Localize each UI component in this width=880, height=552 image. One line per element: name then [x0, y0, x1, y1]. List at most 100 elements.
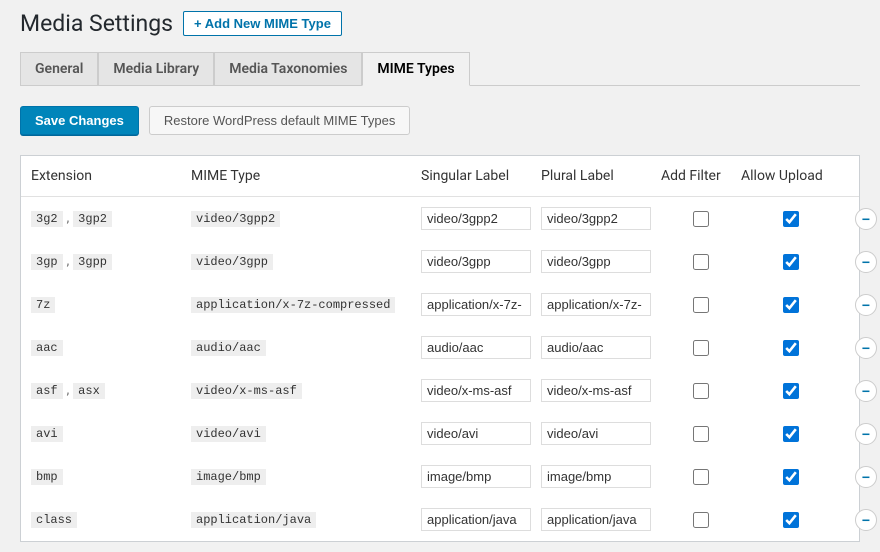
table-row: aacaudio/aac− — [21, 326, 859, 369]
singular-label-input[interactable] — [421, 293, 531, 316]
extension-cell: 3gp,3gpp — [31, 254, 191, 270]
extension-cell: asf,asx — [31, 383, 191, 399]
remove-row-button[interactable]: − — [855, 208, 877, 230]
mime-tag: video/avi — [191, 426, 266, 442]
table-row: avivideo/avi− — [21, 412, 859, 455]
singular-label-input[interactable] — [421, 336, 531, 359]
add-filter-checkbox[interactable] — [693, 426, 709, 442]
plural-label-input[interactable] — [541, 207, 651, 230]
mime-cell: audio/aac — [191, 340, 421, 356]
tab-general[interactable]: General — [20, 52, 98, 85]
table-row: asf,asxvideo/x-ms-asf− — [21, 369, 859, 412]
extension-tag: bmp — [31, 469, 63, 485]
tab-nav: GeneralMedia LibraryMedia TaxonomiesMIME… — [20, 52, 860, 86]
table-row: 3gp,3gppvideo/3gpp− — [21, 240, 859, 283]
table-row: 7zapplication/x-7z-compressed− — [21, 283, 859, 326]
tab-mime-types[interactable]: MIME Types — [362, 52, 469, 86]
extension-tag: aac — [31, 340, 63, 356]
col-mime: MIME Type — [191, 168, 421, 184]
extension-cell: aac — [31, 340, 191, 356]
restore-defaults-button[interactable]: Restore WordPress default MIME Types — [149, 106, 410, 135]
remove-row-button[interactable]: − — [855, 380, 877, 402]
mime-cell: image/bmp — [191, 469, 421, 485]
singular-label-input[interactable] — [421, 207, 531, 230]
allow-upload-checkbox[interactable] — [783, 254, 799, 270]
mime-tag: video/x-ms-asf — [191, 383, 302, 399]
allow-upload-checkbox[interactable] — [783, 512, 799, 528]
extension-cell: 7z — [31, 297, 191, 313]
allow-upload-checkbox[interactable] — [783, 340, 799, 356]
mime-cell: video/3gpp2 — [191, 211, 421, 227]
singular-label-input[interactable] — [421, 422, 531, 445]
singular-label-input[interactable] — [421, 250, 531, 273]
extension-cell: bmp — [31, 469, 191, 485]
table-header-row: Extension MIME Type Singular Label Plura… — [21, 156, 859, 197]
plural-label-input[interactable] — [541, 293, 651, 316]
col-plural: Plural Label — [541, 168, 661, 184]
mime-cell: video/x-ms-asf — [191, 383, 421, 399]
extension-tag: class — [31, 512, 77, 528]
add-filter-checkbox[interactable] — [693, 211, 709, 227]
allow-upload-checkbox[interactable] — [783, 383, 799, 399]
add-filter-checkbox[interactable] — [693, 254, 709, 270]
col-upload: Allow Upload — [741, 168, 841, 184]
plural-label-input[interactable] — [541, 422, 651, 445]
tab-media-library[interactable]: Media Library — [98, 52, 214, 85]
plural-label-input[interactable] — [541, 379, 651, 402]
remove-row-button[interactable]: − — [855, 337, 877, 359]
singular-label-input[interactable] — [421, 465, 531, 488]
extension-tag: 7z — [31, 297, 55, 313]
extension-cell: avi — [31, 426, 191, 442]
extension-tag: 3gp2 — [73, 211, 112, 227]
mime-cell: application/java — [191, 512, 421, 528]
mime-tag: application/java — [191, 512, 316, 528]
table-row: bmpimage/bmp− — [21, 455, 859, 498]
table-row: 3g2,3gp2video/3gpp2− — [21, 197, 859, 240]
allow-upload-checkbox[interactable] — [783, 426, 799, 442]
extension-tag: 3gp — [31, 254, 63, 270]
plural-label-input[interactable] — [541, 250, 651, 273]
extension-tag: 3g2 — [31, 211, 63, 227]
table-row: classapplication/java− — [21, 498, 859, 541]
mime-cell: application/x-7z-compressed — [191, 297, 421, 313]
extension-tag: avi — [31, 426, 63, 442]
extension-tag: asf — [31, 383, 63, 399]
remove-row-button[interactable]: − — [855, 423, 877, 445]
extension-tag: asx — [73, 383, 105, 399]
add-filter-checkbox[interactable] — [693, 512, 709, 528]
tab-media-taxonomies[interactable]: Media Taxonomies — [214, 52, 362, 85]
mime-tag: audio/aac — [191, 340, 266, 356]
plural-label-input[interactable] — [541, 465, 651, 488]
add-mime-type-button[interactable]: + Add New MIME Type — [183, 11, 342, 36]
add-filter-checkbox[interactable] — [693, 340, 709, 356]
add-filter-checkbox[interactable] — [693, 383, 709, 399]
remove-row-button[interactable]: − — [855, 251, 877, 273]
col-singular: Singular Label — [421, 168, 541, 184]
extension-cell: class — [31, 512, 191, 528]
extension-cell: 3g2,3gp2 — [31, 211, 191, 227]
mime-tag: video/3gpp — [191, 254, 273, 270]
col-filter: Add Filter — [661, 168, 741, 184]
singular-label-input[interactable] — [421, 508, 531, 531]
mime-cell: video/avi — [191, 426, 421, 442]
allow-upload-checkbox[interactable] — [783, 297, 799, 313]
mime-tag: application/x-7z-compressed — [191, 297, 395, 313]
add-filter-checkbox[interactable] — [693, 469, 709, 485]
mime-tag: video/3gpp2 — [191, 211, 280, 227]
plural-label-input[interactable] — [541, 336, 651, 359]
remove-row-button[interactable]: − — [855, 509, 877, 531]
mime-cell: video/3gpp — [191, 254, 421, 270]
col-extension: Extension — [31, 168, 191, 184]
remove-row-button[interactable]: − — [855, 294, 877, 316]
mime-tag: image/bmp — [191, 469, 266, 485]
singular-label-input[interactable] — [421, 379, 531, 402]
plural-label-input[interactable] — [541, 508, 651, 531]
allow-upload-checkbox[interactable] — [783, 211, 799, 227]
page-title: Media Settings — [20, 10, 173, 37]
add-filter-checkbox[interactable] — [693, 297, 709, 313]
allow-upload-checkbox[interactable] — [783, 469, 799, 485]
extension-tag: 3gpp — [73, 254, 112, 270]
save-changes-button[interactable]: Save Changes — [20, 106, 139, 135]
remove-row-button[interactable]: − — [855, 466, 877, 488]
mime-types-table: Extension MIME Type Singular Label Plura… — [20, 155, 860, 542]
